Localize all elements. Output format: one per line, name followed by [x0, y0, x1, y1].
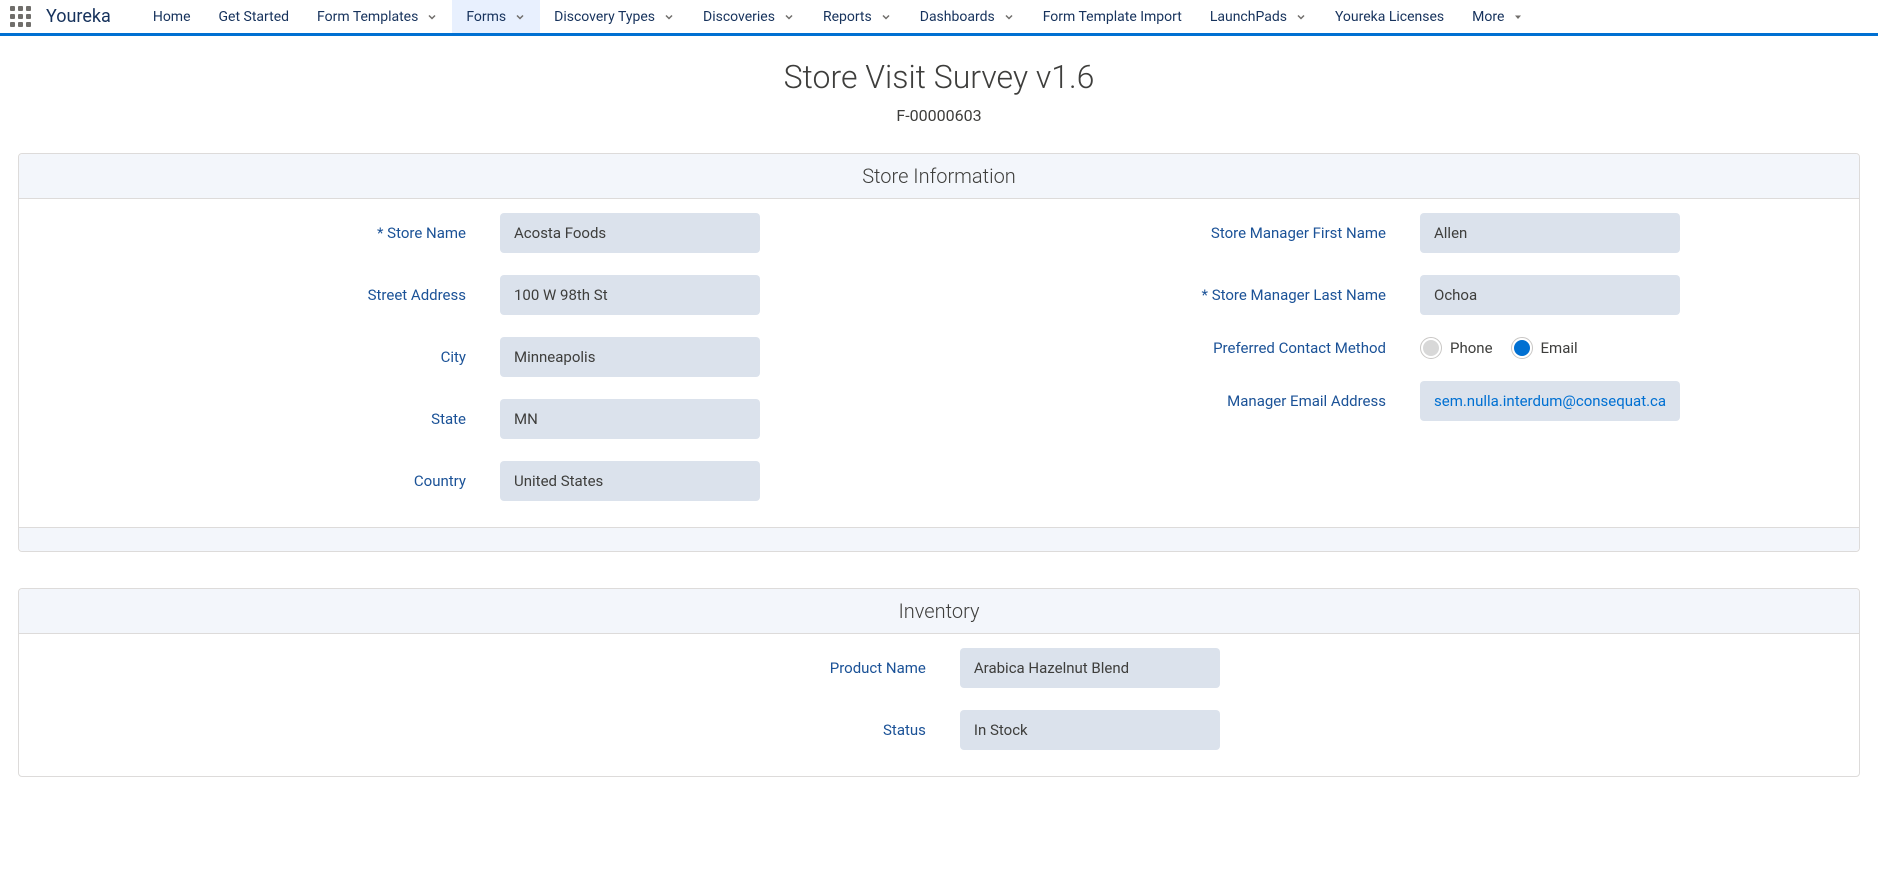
field-label: Product Name — [484, 659, 930, 677]
card-header: Inventory — [19, 589, 1859, 634]
radio-icon-unselected — [1420, 337, 1442, 359]
country-field[interactable]: United States — [500, 461, 760, 501]
field-label: Manager Email Address — [949, 392, 1390, 410]
field-row-street-address: Street Address 100 W 98th St — [29, 275, 929, 315]
nav-label: Discoveries — [703, 9, 775, 25]
manager-first-name-field[interactable]: Allen — [1420, 213, 1680, 253]
store-information-card: Store Information * Store Name Acosta Fo… — [18, 153, 1860, 552]
brand-name: Youreka — [46, 6, 111, 27]
field-label: * Store Manager Last Name — [949, 286, 1390, 304]
nav-discoveries[interactable]: Discoveries — [689, 0, 809, 33]
field-label: State — [29, 410, 470, 428]
nav-get-started[interactable]: Get Started — [205, 0, 304, 33]
store-info-right-column: Store Manager First Name Allen * Store M… — [949, 213, 1849, 523]
manager-last-name-field[interactable]: Ochoa — [1420, 275, 1680, 315]
field-row-mgr-email: Manager Email Address sem.nulla.interdum… — [949, 381, 1849, 421]
field-row-contact-method: Preferred Contact Method Phone Email — [949, 337, 1849, 359]
field-row-status: Status In Stock — [484, 710, 1394, 750]
chevron-down-icon[interactable] — [880, 11, 892, 23]
field-label: Status — [484, 721, 930, 739]
chevron-down-icon[interactable] — [1295, 11, 1307, 23]
nav-label: LaunchPads — [1210, 9, 1287, 25]
field-row-state: State MN — [29, 399, 929, 439]
card-header: Store Information — [19, 154, 1859, 199]
page-container: Store Visit Survey v1.6 F-00000603 Store… — [0, 58, 1878, 817]
nav-label: Home — [153, 9, 191, 25]
app-launcher-icon[interactable] — [10, 6, 32, 28]
nav-label: More — [1472, 9, 1504, 25]
nav-label: Forms — [466, 9, 506, 25]
radio-option-email[interactable]: Email — [1511, 337, 1578, 359]
nav-label: Discovery Types — [554, 9, 655, 25]
top-nav: Youreka Home Get Started Form Templates … — [0, 0, 1878, 36]
inventory-card: Inventory Product Name Arabica Hazelnut … — [18, 588, 1860, 777]
nav-label: Form Template Import — [1043, 9, 1182, 25]
manager-email-field[interactable]: sem.nulla.interdum@consequat.ca — [1420, 381, 1680, 421]
nav-label: Get Started — [219, 9, 290, 25]
nav-discovery-types[interactable]: Discovery Types — [540, 0, 689, 33]
page-subtitle: F-00000603 — [0, 106, 1878, 125]
nav-home[interactable]: Home — [139, 0, 205, 33]
store-name-field[interactable]: Acosta Foods — [500, 213, 760, 253]
card-body: * Store Name Acosta Foods Street Address… — [19, 199, 1859, 527]
nav-more[interactable]: More — [1458, 0, 1538, 33]
chevron-down-icon[interactable] — [426, 11, 438, 23]
nav-dashboards[interactable]: Dashboards — [906, 0, 1029, 33]
card-footer-strip — [19, 527, 1859, 551]
nav-reports[interactable]: Reports — [809, 0, 906, 33]
status-field[interactable]: In Stock — [960, 710, 1220, 750]
nav-label: Reports — [823, 9, 872, 25]
field-label: Preferred Contact Method — [949, 339, 1390, 357]
field-label: City — [29, 348, 470, 366]
chevron-down-icon[interactable] — [1512, 11, 1524, 23]
field-row-mgr-first: Store Manager First Name Allen — [949, 213, 1849, 253]
field-row-country: Country United States — [29, 461, 929, 501]
page-title: Store Visit Survey v1.6 — [0, 58, 1878, 96]
field-row-product-name: Product Name Arabica Hazelnut Blend — [484, 648, 1394, 688]
store-info-left-column: * Store Name Acosta Foods Street Address… — [29, 213, 929, 523]
chevron-down-icon[interactable] — [783, 11, 795, 23]
field-label: * Store Name — [29, 224, 470, 242]
nav-label: Youreka Licenses — [1335, 9, 1444, 25]
nav-form-templates[interactable]: Form Templates — [303, 0, 452, 33]
radio-label: Email — [1541, 339, 1578, 357]
state-field[interactable]: MN — [500, 399, 760, 439]
nav-form-template-import[interactable]: Form Template Import — [1029, 0, 1196, 33]
field-label: Country — [29, 472, 470, 490]
field-row-mgr-last: * Store Manager Last Name Ochoa — [949, 275, 1849, 315]
nav-label: Dashboards — [920, 9, 995, 25]
card-body: Product Name Arabica Hazelnut Blend Stat… — [19, 634, 1859, 776]
chevron-down-icon[interactable] — [663, 11, 675, 23]
chevron-down-icon[interactable] — [1003, 11, 1015, 23]
nav-forms[interactable]: Forms — [452, 0, 540, 33]
product-name-field[interactable]: Arabica Hazelnut Blend — [960, 648, 1220, 688]
chevron-down-icon[interactable] — [514, 11, 526, 23]
field-row-store-name: * Store Name Acosta Foods — [29, 213, 929, 253]
nav-items: Home Get Started Form Templates Forms Di… — [139, 0, 1539, 33]
radio-icon-selected — [1511, 337, 1533, 359]
inventory-column: Product Name Arabica Hazelnut Blend Stat… — [484, 648, 1394, 750]
field-row-city: City Minneapolis — [29, 337, 929, 377]
radio-label: Phone — [1450, 339, 1493, 357]
nav-youreka-licenses[interactable]: Youreka Licenses — [1321, 0, 1458, 33]
contact-method-radio-group: Phone Email — [1420, 337, 1680, 359]
street-address-field[interactable]: 100 W 98th St — [500, 275, 760, 315]
nav-launchpads[interactable]: LaunchPads — [1196, 0, 1321, 33]
field-label: Street Address — [29, 286, 470, 304]
city-field[interactable]: Minneapolis — [500, 337, 760, 377]
field-label: Store Manager First Name — [949, 224, 1390, 242]
radio-option-phone[interactable]: Phone — [1420, 337, 1493, 359]
nav-label: Form Templates — [317, 9, 418, 25]
